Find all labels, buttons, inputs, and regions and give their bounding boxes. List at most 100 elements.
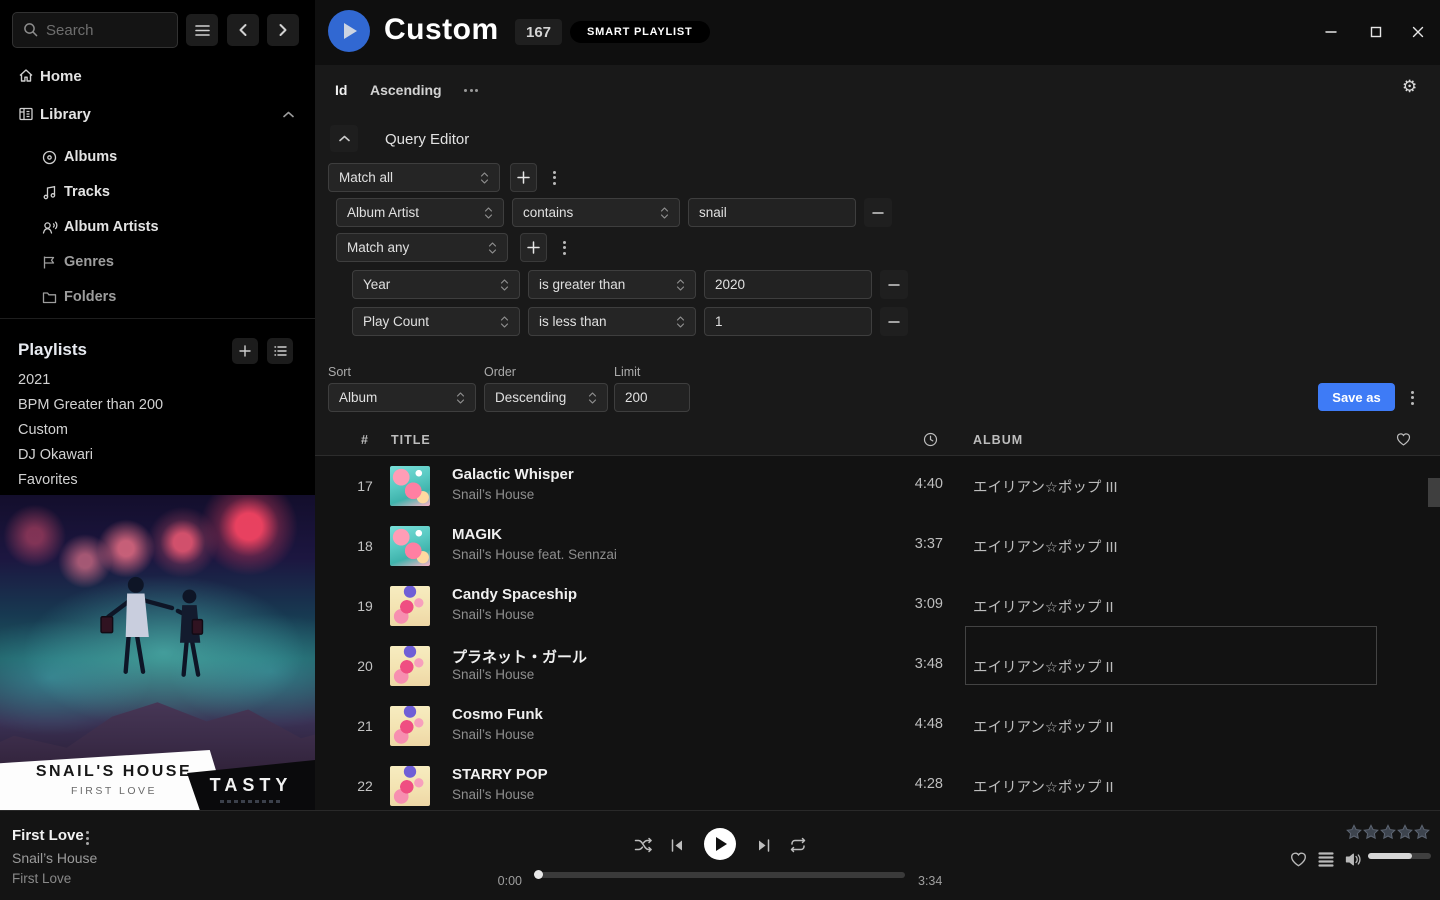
track-artist[interactable]: Snail’s House — [452, 667, 534, 682]
track-artist[interactable]: Snail’s House — [452, 487, 534, 502]
table-row[interactable]: 21 Cosmo Funk Snail’s House 4:48 エイリアン☆ポ… — [315, 696, 1440, 756]
previous-track-button[interactable] — [666, 834, 688, 856]
more-options-button[interactable] — [460, 82, 482, 98]
track-title[interactable]: MAGIK — [452, 526, 502, 543]
favorite-column-icon[interactable] — [1396, 432, 1411, 446]
save-options-button[interactable] — [1403, 383, 1421, 412]
table-row[interactable]: 17 Galactic Whisper Snail’s House 4:40 エ… — [315, 456, 1440, 516]
rule-value-input[interactable] — [704, 270, 872, 299]
sidebar-item-genres[interactable]: Genres — [0, 249, 300, 275]
column-header-title[interactable]: TITLE — [391, 433, 431, 447]
window-maximize-button[interactable] — [1366, 22, 1386, 42]
sidebar-item-tracks[interactable]: Tracks — [0, 179, 300, 205]
now-playing-artwork[interactable]: SNAIL'S HOUSE FIRST LOVE TASTY — [0, 495, 315, 810]
playlist-item[interactable]: Favorites — [18, 472, 78, 492]
rule-operator-select[interactable]: contains — [512, 198, 680, 227]
column-header-album[interactable]: ALBUM — [973, 433, 1023, 447]
volume-button[interactable] — [1343, 850, 1363, 868]
duration-column-icon[interactable] — [916, 432, 944, 447]
chevron-up-icon[interactable] — [283, 111, 294, 118]
limit-input[interactable] — [614, 383, 690, 412]
play-pause-button[interactable] — [704, 828, 736, 860]
remove-rule-button[interactable] — [880, 307, 908, 336]
nav-back-button[interactable] — [227, 14, 259, 46]
play-playlist-button[interactable] — [328, 10, 370, 52]
track-album[interactable]: エイリアン☆ポップ II — [973, 776, 1114, 797]
table-row[interactable]: 19 Candy Spaceship Snail’s House 3:09 エイ… — [315, 576, 1440, 636]
table-row[interactable]: 20 プラネット・ガール Snail’s House 3:48 エイリアン☆ポッ… — [315, 636, 1440, 696]
track-album[interactable]: エイリアン☆ポップ II — [973, 656, 1114, 677]
track-artist[interactable]: Snail’s House — [452, 787, 534, 802]
match-type-select[interactable]: Match all — [328, 163, 500, 192]
track-title[interactable]: Cosmo Funk — [452, 706, 543, 723]
track-artist[interactable]: Snail’s House feat. Sennzai — [452, 547, 617, 562]
rule-value-input[interactable] — [688, 198, 856, 227]
add-rule-button[interactable] — [510, 163, 537, 192]
table-row[interactable]: 18 MAGIK Snail’s House feat. Sennzai 3:3… — [315, 516, 1440, 576]
settings-button[interactable]: ⚙ — [1402, 78, 1417, 95]
rule-operator-select[interactable]: is greater than — [528, 270, 696, 299]
sort-field-button[interactable]: Id — [335, 82, 347, 98]
window-minimize-button[interactable] — [1321, 22, 1341, 42]
track-artist[interactable]: Snail’s House — [452, 727, 534, 742]
rating-star[interactable] — [1397, 824, 1413, 840]
rating-star[interactable] — [1380, 824, 1396, 840]
favorite-button[interactable] — [1288, 850, 1308, 868]
create-playlist-button[interactable] — [232, 338, 258, 364]
menu-button[interactable] — [186, 14, 218, 46]
sidebar-item-home[interactable]: Home — [0, 63, 300, 89]
query-editor-collapse-button[interactable] — [330, 125, 358, 152]
playlist-item[interactable]: DJ Okawari — [18, 447, 93, 467]
playlist-item[interactable]: 2021 — [18, 372, 50, 392]
now-playing-album[interactable]: First Love — [12, 871, 71, 886]
seek-slider[interactable] — [535, 872, 905, 878]
track-artist[interactable]: Snail’s House — [452, 607, 534, 622]
order-select[interactable]: Descending — [484, 383, 608, 412]
next-track-button[interactable] — [753, 834, 775, 856]
scrollbar-thumb[interactable] — [1428, 478, 1440, 507]
sort-direction-button[interactable]: Ascending — [370, 82, 442, 98]
volume-slider[interactable] — [1368, 853, 1431, 859]
shuffle-button[interactable] — [632, 834, 654, 856]
track-album[interactable]: エイリアン☆ポップ III — [973, 536, 1118, 557]
track-title[interactable]: Candy Spaceship — [452, 586, 577, 603]
track-title[interactable]: STARRY POP — [452, 766, 548, 783]
rating-star[interactable] — [1414, 824, 1430, 840]
window-close-button[interactable] — [1408, 22, 1428, 42]
track-album[interactable]: エイリアン☆ポップ II — [973, 596, 1114, 617]
sidebar-item-album-artists[interactable]: Album Artists — [0, 214, 300, 240]
add-rule-button[interactable] — [520, 233, 547, 262]
track-title[interactable]: Galactic Whisper — [452, 466, 574, 483]
now-playing-title[interactable]: First Love — [12, 827, 84, 844]
track-album[interactable]: エイリアン☆ポップ III — [973, 476, 1118, 497]
now-playing-artist[interactable]: Snail’s House — [12, 850, 97, 866]
track-album[interactable]: エイリアン☆ポップ II — [973, 716, 1114, 737]
group-options-button[interactable] — [545, 163, 563, 192]
save-as-button[interactable]: Save as — [1318, 383, 1395, 411]
column-header-index[interactable]: # — [350, 433, 380, 447]
rating-star[interactable] — [1346, 824, 1362, 840]
match-type-select[interactable]: Match any — [336, 233, 508, 262]
sidebar-item-albums[interactable]: Albums — [0, 144, 300, 170]
playlist-item[interactable]: BPM Greater than 200 — [18, 397, 163, 417]
rule-field-select[interactable]: Year — [352, 270, 520, 299]
sidebar-item-library[interactable]: Library — [0, 101, 300, 127]
remove-rule-button[interactable] — [864, 198, 892, 227]
playlist-list-button[interactable] — [267, 338, 293, 364]
rule-field-select[interactable]: Play Count — [352, 307, 520, 336]
table-row[interactable]: 22 STARRY POP Snail’s House 4:28 エイリアン☆ポ… — [315, 756, 1440, 816]
rule-field-select[interactable]: Album Artist — [336, 198, 504, 227]
seek-handle[interactable] — [534, 870, 543, 879]
remove-rule-button[interactable] — [880, 270, 908, 299]
nav-forward-button[interactable] — [267, 14, 299, 46]
queue-button[interactable] — [1316, 850, 1336, 868]
now-playing-options-button[interactable] — [80, 831, 94, 845]
group-options-button[interactable] — [555, 233, 573, 262]
rating-star[interactable] — [1363, 824, 1379, 840]
rule-value-input[interactable] — [704, 307, 872, 336]
rule-operator-select[interactable]: is less than — [528, 307, 696, 336]
track-title[interactable]: プラネット・ガール — [452, 646, 587, 667]
sort-select[interactable]: Album — [328, 383, 476, 412]
sidebar-item-folders[interactable]: Folders — [0, 284, 300, 310]
playlist-item[interactable]: Custom — [18, 422, 68, 442]
